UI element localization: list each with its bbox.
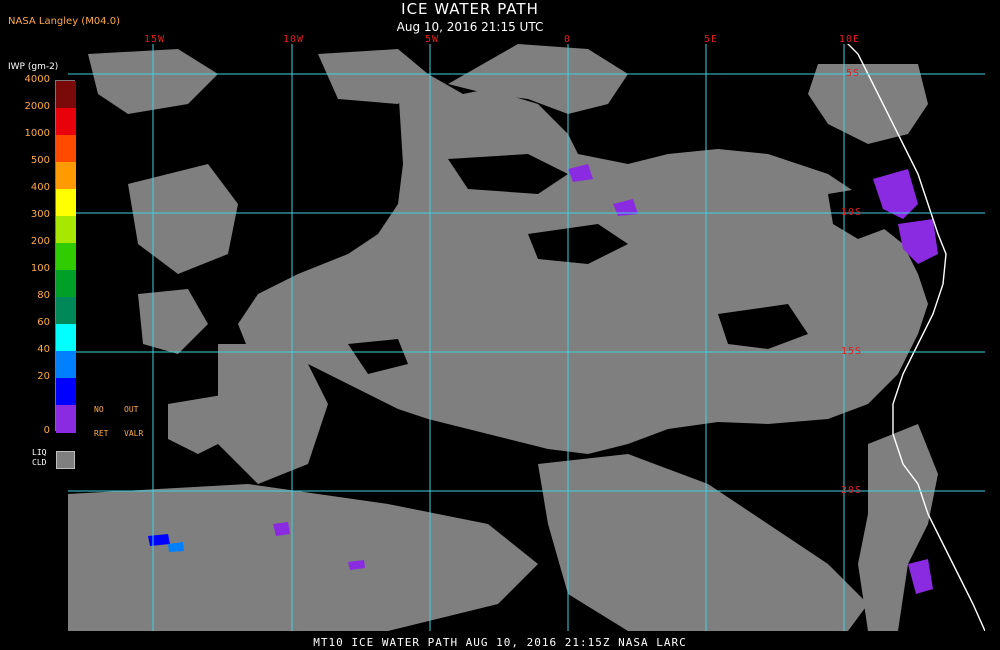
legend-swatch (56, 243, 76, 271)
lat-label-15s: 15S (841, 346, 863, 357)
legend-swatch (56, 216, 76, 244)
legend-value-label: 80 (37, 290, 50, 301)
satellite-map (68, 44, 985, 631)
legend-swatch (56, 162, 76, 190)
legend-swatch (56, 297, 76, 325)
lon-label-15w: 15W (144, 34, 166, 45)
ice-patch-6 (273, 522, 290, 536)
legend-value-label: 100 (30, 263, 50, 274)
legend-swatch (56, 324, 76, 352)
legend-value-label: 2000 (24, 101, 50, 112)
legend-swatch (56, 270, 76, 298)
no-ret-line1: NO (94, 405, 104, 414)
legend-value-label: 500 (30, 155, 50, 166)
color-legend (55, 80, 76, 433)
legend-value-label: 300 (30, 209, 50, 220)
legend-swatch (56, 108, 76, 136)
legend-swatch (56, 378, 76, 406)
legend-value-label: 40 (37, 344, 50, 355)
liq-label-line2: CLD (32, 458, 47, 467)
legend-value-label: 200 (30, 236, 50, 247)
lat-label-5s: 5S (846, 68, 861, 79)
legend-swatch (56, 351, 76, 379)
map-title: ICE WATER PATH (401, 0, 539, 18)
legend-value-label: 20 (37, 371, 50, 382)
out-valr-line1: OUT (124, 405, 139, 414)
lat-label-10s: 10S (841, 207, 863, 218)
ice-patch-7 (148, 534, 170, 546)
legend-value-label: 400 (30, 182, 50, 193)
lon-label-10e: 10E (839, 34, 861, 45)
legend-value-label: 4000 (24, 74, 50, 85)
lon-label-0: 0 (564, 34, 572, 45)
legend-value-label: 1000 (24, 128, 50, 139)
legend-value-label: 0 (43, 425, 50, 436)
out-valr-line2: VALR (124, 429, 144, 438)
map-timestamp: Aug 10, 2016 21:15 UTC (396, 20, 544, 34)
liq-label-line1: LIQ (32, 448, 47, 457)
legend-swatch (56, 81, 76, 109)
legend-swatch (56, 135, 76, 163)
lat-label-20s: 20S (841, 485, 863, 496)
lon-label-5e: 5E (704, 34, 719, 45)
legend-swatch (56, 405, 76, 433)
legend-title: IWP (gm-2) (8, 62, 59, 72)
legend-value-label: 60 (37, 317, 50, 328)
lon-label-10w: 10W (283, 34, 305, 45)
liq-cld-label: LIQ CLD (32, 448, 46, 468)
no-ret-line2: RET (94, 429, 109, 438)
legend-swatch (56, 189, 76, 217)
footer-caption: MT10 ICE WATER PATH AUG 10, 2016 21:15Z … (313, 636, 687, 649)
liq-cld-swatch (56, 451, 75, 469)
lon-label-5w: 5W (425, 34, 440, 45)
